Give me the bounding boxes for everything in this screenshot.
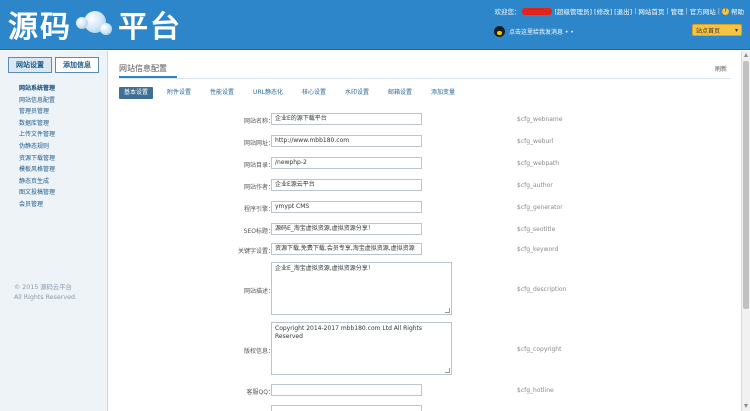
sidebar-item-downloads[interactable]: 资源下载管理 (19, 153, 55, 165)
description-textarea[interactable]: 企业E_淘宝虚拟资源,虚拟资源分享！ (271, 262, 452, 315)
admin-link[interactable]: 管理 (671, 6, 684, 16)
description-var: $cfg_description (517, 286, 567, 293)
top-header: 源码 平台 欢迎您： [超级管理员] [修改] [退出] | 网站首页 | 管理… (0, 0, 750, 50)
scroll-up-arrow-icon[interactable] (744, 53, 748, 57)
tab-watermark[interactable]: 水印设置 (340, 87, 374, 99)
copyright-var: $cfg_copyright (517, 346, 562, 353)
site-logo: 源码 平台 (8, 4, 182, 45)
seotitle-label: SEO标题： (243, 228, 274, 235)
webname-input[interactable]: 企业E的源下载平台 (271, 113, 422, 125)
tab-attachments[interactable]: 附件设置 (162, 87, 196, 99)
sidebar-tabs: 网站设置 添加信息 (8, 57, 99, 73)
copyright-textarea[interactable]: Copyright 2014-2017 mbb180.com Ltd All R… (271, 322, 452, 375)
site-home-link[interactable]: 网站首页 (638, 6, 664, 16)
official-site-link[interactable]: 官方网站 (690, 6, 716, 16)
welcome-text: 欢迎您： (494, 8, 521, 16)
help-link[interactable]: 帮助 (731, 6, 744, 16)
sidebar: 网站设置 添加信息 网站系统管理 网站信息配置 管理员管理 数据库管理 上传文件… (0, 51, 108, 411)
tab-basic[interactable]: 基本设置 (119, 87, 154, 99)
page-title: 网站信息配置 (119, 64, 167, 73)
help-icon[interactable]: ? (722, 7, 729, 15)
copyright-label: 版权信息： (243, 348, 274, 355)
title-divider (119, 78, 731, 79)
keyword-label: 关键字设置： (237, 248, 274, 255)
main-content: 网站信息配置 刷新 基本设置 附件设置 性能设置 URL静态化 核心设置 水印设… (109, 51, 741, 411)
qq-contact[interactable]: 点击这里给我发消息 • • (494, 26, 574, 37)
sidebar-item-submissions[interactable]: 图文投稿管理 (19, 187, 55, 199)
tab-add-variable[interactable]: 添加变量 (426, 87, 460, 99)
sidebar-tab-add-info[interactable]: 添加信息 (55, 57, 99, 73)
top-navigation: 欢迎您： [超级管理员] [修改] [退出] | 网站首页 | 管理 | 官方网… (494, 6, 744, 16)
chevron-down-icon: ▾ (734, 26, 738, 34)
copyright-line: © 2015 源码云平台 (14, 284, 72, 291)
keyword-var: $cfg_keyword (517, 246, 559, 253)
sidebar-item-static[interactable]: 静态页生成 (19, 176, 55, 188)
site-select-dropdown[interactable]: 站点首页 ▾ (692, 24, 742, 36)
qq-text: 点击这里给我发消息 • • (509, 29, 574, 36)
webname-var: $cfg_webname (517, 116, 563, 123)
logo-text-left: 源码 (8, 10, 72, 45)
refresh-link[interactable]: 刷新 (715, 64, 727, 73)
description-label: 网站描述： (243, 288, 274, 295)
site-select-value: 站点首页 (696, 27, 721, 35)
weburl-var: $cfg_weburl (517, 138, 554, 145)
resize-grip-icon[interactable] (445, 308, 450, 313)
sidebar-menu: 网站系统管理 网站信息配置 管理员管理 数据库管理 上传文件管理 伪静态规则 资… (19, 83, 55, 211)
sidebar-tab-site-settings[interactable]: 网站设置 (8, 57, 52, 73)
hotline-label: 客服QQ： (246, 389, 274, 396)
sidebar-item-uploads[interactable]: 上传文件管理 (19, 129, 55, 141)
weburl-label: 网站网址： (243, 140, 274, 147)
logout-link[interactable]: [退出] (614, 6, 632, 16)
scroll-down-arrow-icon[interactable] (744, 404, 748, 408)
logo-bubbles-icon (74, 5, 116, 43)
tab-email[interactable]: 邮箱设置 (383, 87, 417, 99)
copyright-value: Copyright 2014-2017 mbb180.com Ltd All R… (275, 325, 423, 340)
sidebar-item-system[interactable]: 网站系统管理 (19, 83, 55, 95)
author-label: 网站作者： (243, 184, 274, 191)
webname-label: 网站名称： (243, 118, 274, 125)
sidebar-item-templates[interactable]: 模板风格管理 (19, 164, 55, 176)
sidebar-copyright: © 2015 源码云平台 All Rights Reserved. (14, 283, 77, 303)
generator-input[interactable]: ymypt CMS (271, 201, 422, 213)
sidebar-item-admins[interactable]: 管理员管理 (19, 106, 55, 118)
webpath-input[interactable]: /newphp-2 (271, 157, 422, 169)
partial-input[interactable] (271, 405, 422, 411)
author-input[interactable]: 企业E源云平台 (271, 179, 422, 191)
qq-penguin-icon (494, 26, 505, 37)
logo-text-right: 平台 (118, 10, 182, 45)
webpath-var: $cfg_webpath (517, 160, 560, 167)
sidebar-item-rewrite[interactable]: 伪静态规则 (19, 141, 55, 153)
seotitle-input[interactable]: 源码E_淘宝虚拟资源,虚拟资源分享！ (271, 223, 422, 235)
generator-var: $cfg_generator (517, 204, 563, 211)
hotline-input[interactable] (271, 384, 422, 396)
redacted-username (522, 7, 553, 15)
weburl-input[interactable]: http://www.mbb180.com (271, 135, 422, 147)
config-tabs: 基本设置 附件设置 性能设置 URL静态化 核心设置 水印设置 邮箱设置 添加变… (119, 87, 469, 99)
vertical-scrollbar[interactable] (741, 51, 750, 411)
sidebar-item-site-config[interactable]: 网站信息配置 (19, 95, 55, 107)
tab-performance[interactable]: 性能设置 (205, 87, 239, 99)
resize-grip-icon[interactable] (445, 368, 450, 373)
description-value: 企业E_淘宝虚拟资源,虚拟资源分享！ (275, 265, 374, 272)
author-var: $cfg_author (517, 182, 553, 189)
tab-core[interactable]: 核心设置 (297, 87, 331, 99)
sidebar-item-database[interactable]: 数据库管理 (19, 118, 55, 130)
tab-url-static[interactable]: URL静态化 (248, 87, 288, 99)
edit-link[interactable]: [修改] (594, 6, 612, 16)
keyword-input[interactable]: 资源下载,免费下载,会员专享,淘宝虚拟资源,虚拟资源 (271, 243, 422, 255)
sidebar-item-members[interactable]: 会员管理 (19, 199, 55, 211)
hotline-var: $cfg_hotline (517, 387, 554, 394)
webpath-label: 网站目录： (243, 162, 274, 169)
generator-label: 程序引擎： (243, 206, 274, 213)
user-role: [超级管理员] (554, 8, 593, 16)
copyright-rights: All Rights Reserved. (14, 294, 77, 301)
scroll-thumb[interactable] (743, 61, 749, 309)
seotitle-var: $cfg_seotitle (517, 226, 556, 233)
